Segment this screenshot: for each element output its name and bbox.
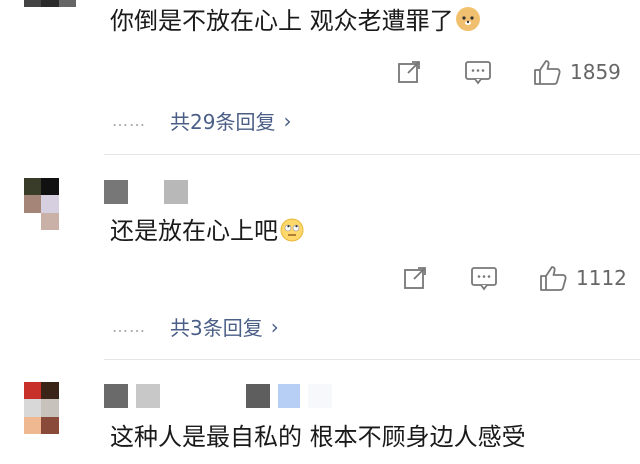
dots: …… xyxy=(112,317,146,336)
comment-text: 还是放在心上吧 xyxy=(110,214,304,248)
comment-icon xyxy=(465,61,491,85)
like-count: 1859 xyxy=(570,60,621,84)
comment-button[interactable] xyxy=(464,59,492,85)
username[interactable] xyxy=(104,384,332,408)
chevron-right-icon: › xyxy=(283,108,292,133)
comment-text-content: 你倒是不放在心上 观众老遭罪了 xyxy=(110,7,454,35)
like-button[interactable]: 1112 xyxy=(538,264,627,292)
doge-emoji-icon xyxy=(455,7,480,31)
comment-text: 这种人是最自私的 根本不顾身边人感受 xyxy=(110,420,526,454)
share-icon xyxy=(404,267,426,289)
share-button[interactable] xyxy=(402,265,428,291)
avatar[interactable] xyxy=(24,382,76,434)
dots: …… xyxy=(112,111,146,130)
view-replies-link[interactable]: …… 共29条回复 › xyxy=(112,106,291,135)
divider xyxy=(104,154,640,155)
comment-button[interactable] xyxy=(470,265,498,291)
share-icon xyxy=(398,61,420,83)
comment-text-content: 还是放在心上吧 xyxy=(110,217,278,245)
avatar[interactable] xyxy=(24,178,76,230)
comment-text-content: 这种人是最自私的 根本不顾身边人感受 xyxy=(110,423,526,451)
replies-label: 共29条回复 xyxy=(170,110,276,134)
comment-text: 你倒是不放在心上 观众老遭罪了 xyxy=(110,4,480,38)
divider xyxy=(104,359,640,360)
thumbs-up-icon xyxy=(540,266,567,291)
comment-actions: 1112 xyxy=(402,264,627,292)
view-replies-link[interactable]: …… 共3条回复 › xyxy=(112,312,279,341)
thumbs-up-icon xyxy=(534,60,561,85)
username[interactable] xyxy=(104,180,188,204)
eye-roll-emoji-icon xyxy=(280,217,304,242)
share-button[interactable] xyxy=(396,59,422,85)
chevron-right-icon: › xyxy=(270,314,279,339)
replies-label: 共3条回复 xyxy=(170,316,263,340)
comment-actions: 1859 xyxy=(396,58,621,86)
like-count: 1112 xyxy=(576,266,627,290)
comment-icon xyxy=(471,267,497,291)
like-button[interactable]: 1859 xyxy=(532,58,621,86)
avatar[interactable] xyxy=(24,0,76,24)
